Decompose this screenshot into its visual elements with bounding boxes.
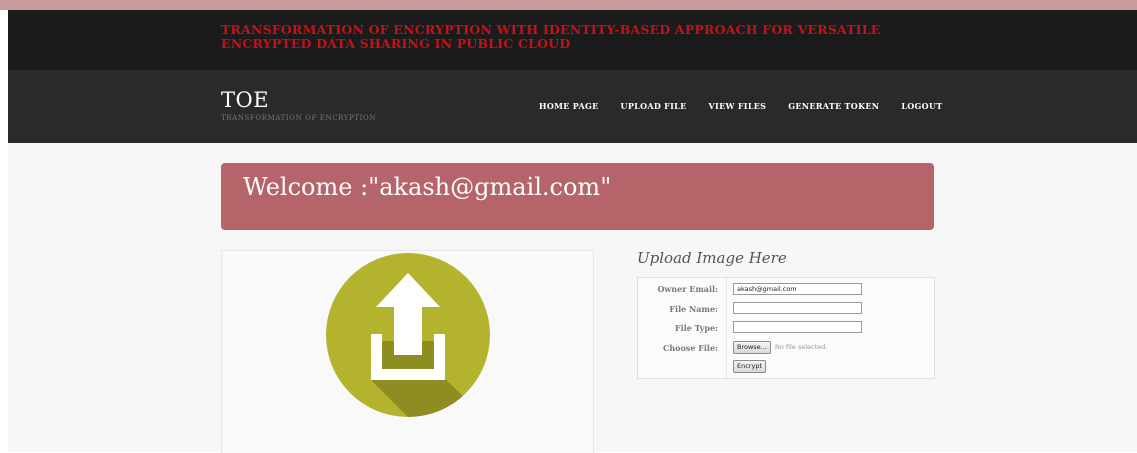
main-nav: HOME PAGE UPLOAD FILE VIEW FILES GENERAT… [539,101,964,111]
file-type-label: File Type: [675,323,718,333]
upload-form: Owner Email: File Name: File Type: Choos… [637,277,935,379]
main-content: Welcome :"akash@gmail.com" Upload Image … [8,143,1137,453]
upload-illustration-panel [221,250,594,453]
file-name-field[interactable] [733,302,862,314]
welcome-banner: Welcome :"akash@gmail.com" [221,163,934,230]
brand-subtitle: TRANSFORMATION OF ENCRYPTION [221,114,377,122]
no-file-selected-text: No file selected. [775,343,828,351]
form-label-column: Owner Email: File Name: File Type: Choos… [638,278,727,378]
brand-logo[interactable]: TOE [221,88,269,112]
choose-file-label: Choose File: [662,343,718,353]
nav-generate-token[interactable]: GENERATE TOKEN [788,101,879,111]
file-type-field[interactable] [733,321,862,333]
upload-form-title: Upload Image Here [637,249,787,267]
upload-icon [326,253,490,417]
navbar: TOE TRANSFORMATION OF ENCRYPTION HOME PA… [8,70,1137,143]
browse-button[interactable]: Browse... [733,341,771,354]
nav-logout[interactable]: LOGOUT [901,101,942,111]
file-name-label: File Name: [669,304,718,314]
nav-home-page[interactable]: HOME PAGE [539,101,599,111]
nav-view-files[interactable]: VIEW FILES [709,101,767,111]
owner-email-label: Owner Email: [657,284,718,294]
encrypt-button[interactable]: Encrypt [733,360,766,373]
nav-upload-file[interactable]: UPLOAD FILE [621,101,687,111]
project-title: TRANSFORMATION OF ENCRYPTION WITH IDENTI… [221,22,881,51]
top-accent-line [0,0,1137,10]
site-banner: TRANSFORMATION OF ENCRYPTION WITH IDENTI… [8,10,1137,70]
owner-email-field[interactable]: akash@gmail.com [733,283,862,295]
welcome-text: Welcome :"akash@gmail.com" [243,173,612,201]
